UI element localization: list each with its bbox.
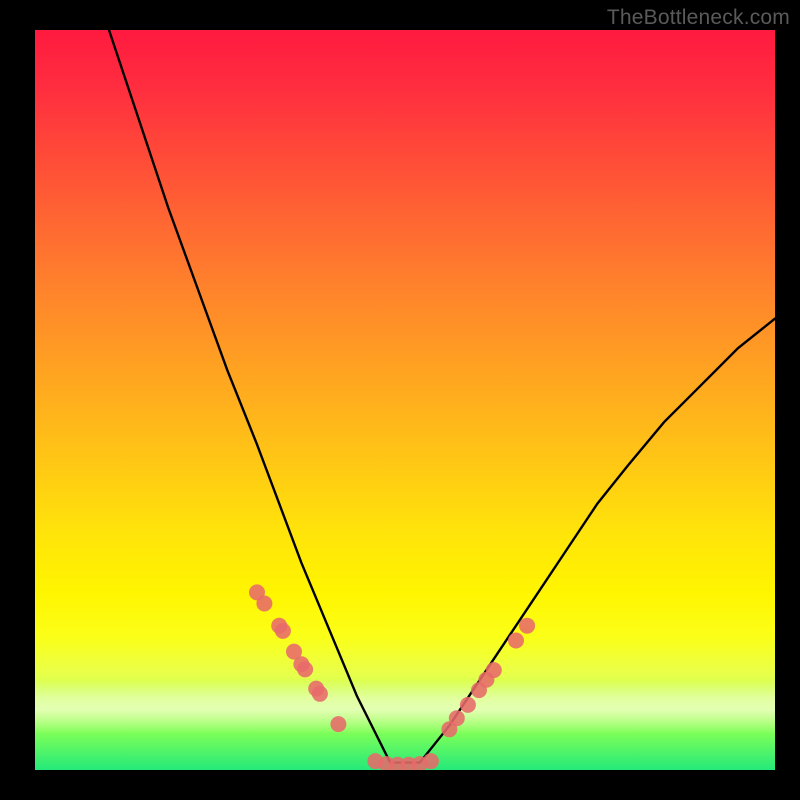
valley-points-dot <box>367 753 383 769</box>
left-cluster-dot <box>271 618 287 634</box>
valley-points-dot <box>379 756 395 770</box>
chart-frame: TheBottleneck.com <box>0 0 800 800</box>
right-cluster-dot <box>471 682 487 698</box>
right-cluster-dot <box>449 710 465 726</box>
left-cluster-dot <box>249 584 265 600</box>
valley-points-dot <box>401 757 417 770</box>
left-cluster-dot <box>256 596 272 612</box>
right-cluster-dot <box>486 662 502 678</box>
watermark-text: TheBottleneck.com <box>607 6 790 30</box>
bottleneck-curve <box>109 30 775 763</box>
data-markers <box>249 584 535 770</box>
valley-points-dot <box>423 753 439 769</box>
left-cluster-dot <box>286 644 302 660</box>
left-cluster-dot <box>275 623 291 639</box>
left-cluster-dot <box>297 661 313 677</box>
right-cluster-dot <box>460 697 476 713</box>
left-cluster-dot <box>312 686 328 702</box>
right-cluster-dot <box>478 672 494 688</box>
left-cluster-dot <box>308 681 324 697</box>
plot-area <box>35 30 775 770</box>
left-cluster-dot <box>293 656 309 672</box>
valley-highlight-band <box>35 680 775 734</box>
left-cluster-dot <box>330 716 346 732</box>
right-cluster-dot <box>508 633 524 649</box>
valley-points-dot <box>412 756 428 770</box>
right-cluster-dot <box>441 721 457 737</box>
right-cluster-dot <box>519 618 535 634</box>
valley-points-dot <box>390 757 406 770</box>
chart-svg <box>35 30 775 770</box>
